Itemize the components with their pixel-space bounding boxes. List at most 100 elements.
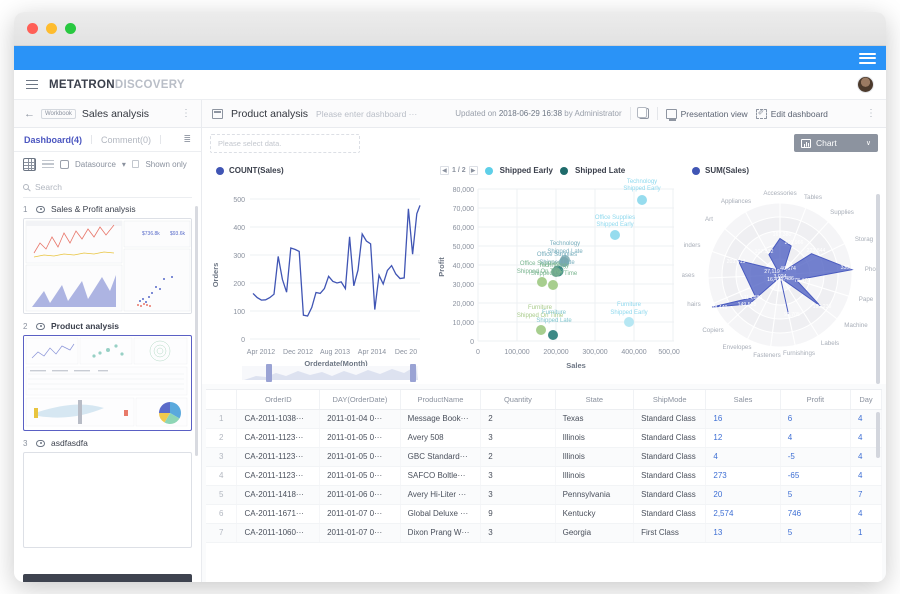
sidebar-scrollbar[interactable] xyxy=(195,206,198,456)
dashboard-item-header: 1 Sales & Profit analysis xyxy=(23,204,192,214)
legend-label: SUM(Sales) xyxy=(705,166,750,175)
prev-page-button[interactable]: ◀ xyxy=(440,166,449,175)
avatar[interactable] xyxy=(857,76,874,93)
cell-productname: Dixon Prang W··· xyxy=(400,523,482,543)
chart-pager[interactable]: ◀ 1 / 2 ▶ xyxy=(434,166,478,175)
svg-text:70,000: 70,000 xyxy=(453,206,475,213)
tab-dashboard[interactable]: Dashboard(4) xyxy=(24,135,91,145)
svg-text:330,007: 330,007 xyxy=(841,265,860,271)
sort-icon[interactable]: ≣ xyxy=(183,134,191,145)
list-item[interactable]: 3 asdfasdfa xyxy=(23,438,192,548)
column-header-state[interactable]: State xyxy=(555,390,635,410)
pencil-icon xyxy=(755,108,767,119)
column-header-index[interactable] xyxy=(206,390,238,410)
table-row[interactable]: 6 CA-2011-1671··· 2011-01-07 0··· Global… xyxy=(206,504,882,524)
dashboard-item-header: 3 asdfasdfa xyxy=(23,438,192,448)
eye-icon[interactable] xyxy=(36,439,45,447)
table-row[interactable]: 5 CA-2011-1418··· 2011-01-06 0··· Avery … xyxy=(206,485,882,505)
app-window: METATRONDISCOVERY ← Workbook Sales analy… xyxy=(14,12,886,582)
cell-shipmode: Standard Class xyxy=(633,409,707,429)
table-scrollbar[interactable] xyxy=(876,412,880,458)
search-icon xyxy=(23,183,29,190)
shown-only-label[interactable]: Shown only xyxy=(145,160,186,169)
cell-sales: 4 xyxy=(705,447,781,467)
create-dashboard-button[interactable]: + Create dashboard xyxy=(23,574,192,582)
copy-icon[interactable] xyxy=(636,107,649,119)
radar-chart-widget[interactable]: SUM(Sales) Accessories Tables Supplies S… xyxy=(682,160,882,384)
column-header-sales[interactable]: Sales xyxy=(705,390,781,410)
presentation-view-button[interactable]: Presentation view xyxy=(665,108,748,121)
datasource-filter[interactable]: Datasource xyxy=(75,160,116,169)
table-row[interactable]: 4 CA-2011-1123··· 2011-01-05 0··· SAFCO … xyxy=(206,466,882,486)
table-row[interactable]: 1 CA-2011-1038··· 2011-01-04 0··· Messag… xyxy=(206,409,882,429)
svg-text:Profit: Profit xyxy=(437,257,446,277)
workbook-more-icon[interactable]: ⋮ xyxy=(181,108,191,119)
eye-icon[interactable] xyxy=(36,322,45,330)
column-header-productname[interactable]: ProductName xyxy=(400,390,482,410)
table-row[interactable]: 2 CA-2011-1123··· 2011-01-05 0··· Avery … xyxy=(206,428,882,448)
line-chart-widget[interactable]: COUNT(Sales) 500 400 300 200 100 0 Orders xyxy=(206,160,428,384)
data-point xyxy=(548,330,558,340)
edit-dashboard-button[interactable]: Edit dashboard xyxy=(755,108,828,119)
svg-text:114,880: 114,880 xyxy=(744,295,762,301)
list-item[interactable]: 1 Sales & Profit analysis $736.8k $93.6k xyxy=(23,204,192,314)
tab-comment[interactable]: Comment(0) xyxy=(101,135,160,145)
sidebar-tabs: Dashboard(4) Comment(0) ≣ xyxy=(14,128,201,152)
brand-sub: DISCOVERY xyxy=(114,78,185,91)
dashboard-description-input[interactable]: Please enter dashboard ··· xyxy=(316,109,417,119)
back-arrow-icon[interactable]: ← xyxy=(24,108,35,120)
data-dropzone[interactable]: Please select data. xyxy=(210,133,360,153)
search-input[interactable]: Search xyxy=(35,182,62,192)
svg-text:10,000: 10,000 xyxy=(453,320,475,327)
cell-index: 4 xyxy=(206,466,238,486)
chevron-down-icon[interactable]: ▾ xyxy=(122,160,126,169)
cell-state: Illinois xyxy=(555,447,635,467)
global-menu-icon[interactable] xyxy=(26,79,38,90)
sidebar-search[interactable]: Search xyxy=(23,176,192,198)
presentation-view-label: Presentation view xyxy=(680,108,748,119)
column-header-orderid[interactable]: OrderID xyxy=(236,390,321,410)
svg-text:0: 0 xyxy=(476,349,480,356)
shown-only-checkbox[interactable] xyxy=(131,160,140,168)
chart-brush[interactable] xyxy=(206,362,428,384)
browser-menu-icon[interactable] xyxy=(859,52,876,64)
next-page-button[interactable]: ▶ xyxy=(468,166,478,175)
svg-text:189,239: 189,239 xyxy=(813,304,832,310)
cell-state: Texas xyxy=(555,409,635,429)
maximize-window-button[interactable] xyxy=(65,23,76,34)
dashboard-list[interactable]: 1 Sales & Profit analysis $736.8k $93.6k… xyxy=(14,198,201,568)
column-header-day[interactable]: Day xyxy=(850,390,882,410)
table-row[interactable]: 3 CA-2011-1123··· 2011-01-05 0··· GBC St… xyxy=(206,447,882,467)
svg-text:167,380: 167,380 xyxy=(773,232,792,238)
close-window-button[interactable] xyxy=(27,23,38,34)
dashboard-thumbnail-selected[interactable] xyxy=(23,335,192,431)
svg-text:Shipped Early: Shipped Early xyxy=(596,222,633,228)
chart-selector-button[interactable]: Chart ∨ xyxy=(794,134,878,152)
dashboard-thumbnail[interactable] xyxy=(23,452,192,548)
eye-icon[interactable] xyxy=(36,205,45,213)
column-header-orderdate[interactable]: DAY(OrderDate) xyxy=(319,390,401,410)
minimize-window-button[interactable] xyxy=(46,23,57,34)
svg-text:Furnishings: Furnishings xyxy=(783,350,815,357)
dashboard-more-icon[interactable]: ⋮ xyxy=(866,108,876,119)
cell-orderdate: 2011-01-07 0··· xyxy=(319,523,401,543)
table-row[interactable]: 7 CA-2011-1060··· 2011-01-07 0··· Dixon … xyxy=(206,523,882,543)
column-header-shipmode[interactable]: ShipMode xyxy=(633,390,707,410)
dashboard-thumbnail[interactable]: $736.8k $93.6k xyxy=(23,218,192,314)
list-view-button[interactable] xyxy=(42,160,54,168)
list-item[interactable]: 2 Product analysis xyxy=(23,321,192,431)
sidebar-footer: + Create dashboard xyxy=(14,568,201,582)
scatter-chart-legend: ◀ 1 / 2 ▶ Shipped Early Shipped Late xyxy=(430,160,680,175)
grid-view-button[interactable] xyxy=(23,157,36,171)
column-header-profit[interactable]: Profit xyxy=(780,390,851,410)
svg-text:Tables: Tables xyxy=(804,194,822,201)
cell-productname: Avery 508 xyxy=(400,428,482,448)
svg-text:300: 300 xyxy=(233,253,245,260)
svg-text:46,674: 46,674 xyxy=(780,266,796,272)
cell-productname: Global Deluxe ··· xyxy=(400,504,482,524)
charts-scrollbar[interactable] xyxy=(876,194,880,384)
scatter-chart-widget[interactable]: ◀ 1 / 2 ▶ Shipped Early Shipped Late 80,… xyxy=(430,160,680,384)
column-header-quantity[interactable]: Quantity xyxy=(480,390,556,410)
dashboard-canvas: Please select data. Chart ∨ COUNT(Sales) xyxy=(202,128,886,582)
data-table[interactable]: OrderID DAY(OrderDate) ProductName Quant… xyxy=(206,389,882,582)
